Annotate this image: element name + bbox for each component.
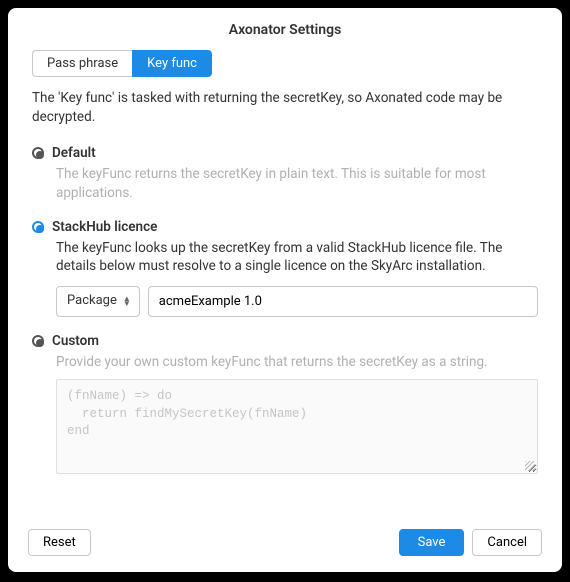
dialog-footer: Reset Save Cancel (8, 517, 562, 572)
option-custom-desc: Provide your own custom keyFunc that ret… (56, 353, 538, 372)
option-default-desc: The keyFunc returns the secretKey in pla… (56, 165, 538, 203)
tab-key-func[interactable]: Key func (132, 50, 212, 77)
package-select-label: Package (67, 292, 117, 310)
dialog-title: Axonator Settings (8, 8, 562, 50)
tab-pass-phrase[interactable]: Pass phrase (32, 50, 132, 77)
option-custom-body: Provide your own custom keyFunc that ret… (56, 353, 538, 475)
option-custom: Custom Provide your own custom keyFunc t… (32, 333, 538, 475)
option-custom-head[interactable]: Custom (32, 333, 538, 349)
cancel-button[interactable]: Cancel (472, 529, 542, 556)
option-stackhub-label: StackHub licence (52, 219, 157, 235)
option-stackhub-body: The keyFunc looks up the secretKey from … (56, 239, 538, 317)
stackhub-field-row: Package ▲▼ (56, 286, 538, 316)
option-stackhub-desc: The keyFunc looks up the secretKey from … (56, 239, 538, 277)
reset-button[interactable]: Reset (28, 529, 91, 556)
package-input[interactable] (148, 286, 538, 316)
option-stackhub: StackHub licence The keyFunc looks up th… (32, 219, 538, 317)
radio-custom[interactable] (32, 335, 44, 347)
tab-description: The 'Key func' is tasked with returning … (32, 89, 538, 127)
custom-code-textarea[interactable]: (fnName) => do return findMySecretKey(fn… (56, 379, 538, 474)
radio-stackhub[interactable] (32, 221, 44, 233)
option-default-label: Default (52, 145, 96, 161)
package-select[interactable]: Package ▲▼ (56, 286, 140, 316)
radio-default[interactable] (32, 147, 44, 159)
option-stackhub-head[interactable]: StackHub licence (32, 219, 538, 235)
settings-dialog: Axonator Settings Pass phrase Key func T… (8, 8, 562, 572)
option-default: Default The keyFunc returns the secretKe… (32, 145, 538, 203)
option-default-head[interactable]: Default (32, 145, 538, 161)
tab-bar: Pass phrase Key func (32, 50, 538, 77)
select-stepper-icon: ▲▼ (123, 296, 131, 306)
dialog-content: Pass phrase Key func The 'Key func' is t… (8, 50, 562, 517)
option-custom-label: Custom (52, 333, 99, 349)
save-button[interactable]: Save (399, 529, 465, 556)
